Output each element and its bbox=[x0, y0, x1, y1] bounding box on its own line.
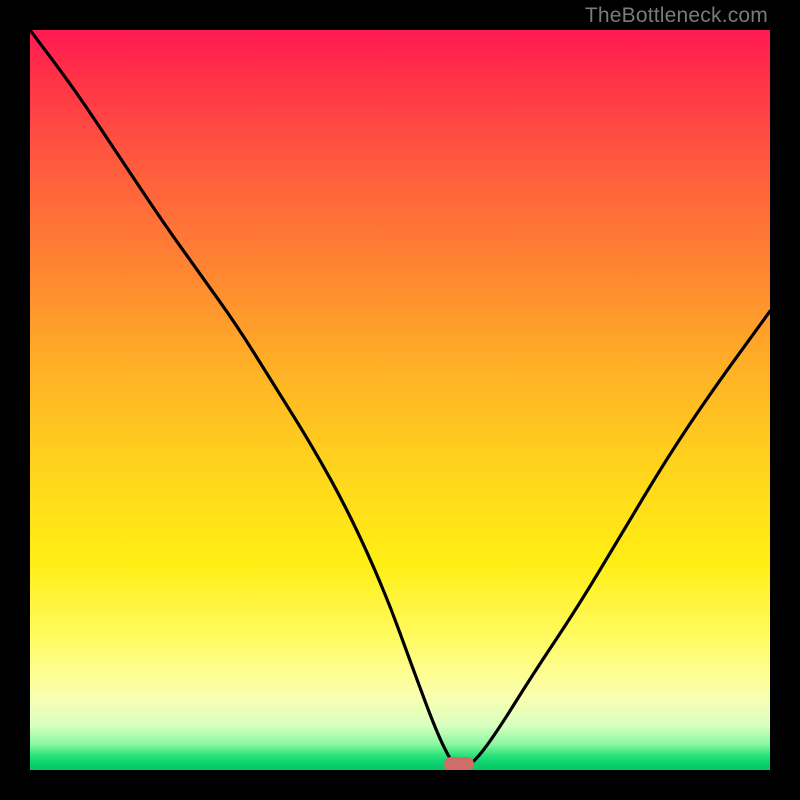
bottleneck-curve bbox=[30, 30, 770, 770]
watermark-text: TheBottleneck.com bbox=[585, 4, 768, 28]
plot-area bbox=[30, 30, 770, 770]
chart-frame: TheBottleneck.com bbox=[0, 0, 800, 800]
optimal-marker bbox=[444, 757, 474, 770]
